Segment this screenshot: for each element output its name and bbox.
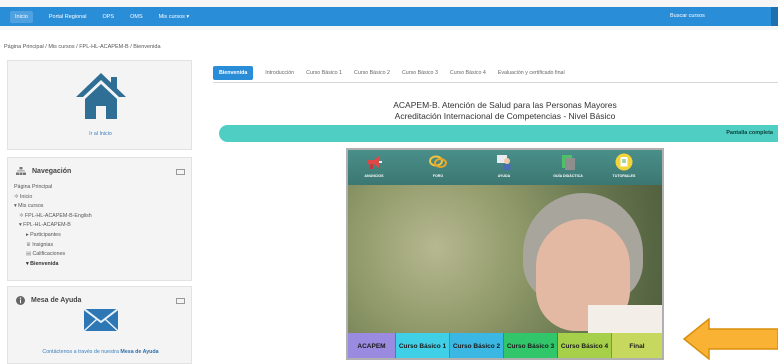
forum-button[interactable]: FORO — [418, 153, 458, 178]
block-dock-icon[interactable] — [176, 169, 185, 175]
tab-introduction[interactable]: Introducción — [265, 70, 294, 76]
guide-document-icon — [562, 155, 575, 170]
tab-basic-course-4[interactable]: Curso Básico 4 — [450, 70, 486, 76]
help-desk-link[interactable]: Mesa de Ayuda — [120, 349, 158, 355]
search-button[interactable] — [771, 7, 778, 26]
help-desk-block: Mesa de Ayuda Contáctenos a través de nu… — [7, 286, 192, 364]
nav-tree-item-welcome[interactable]: ▾ Bienvenida — [14, 260, 92, 270]
panel-icon-bar: ANUNCIOS FORO AYUDA GUÍA DIDÁCTICA TUTOR… — [348, 150, 662, 185]
tutorials-button[interactable]: TUTORIALES — [604, 153, 644, 178]
tab-divider — [213, 82, 778, 83]
home-block: Ir al Inicio — [7, 60, 192, 150]
nav-ops-link[interactable]: OPS — [102, 14, 114, 20]
nav-tree-item-course[interactable]: ▾ FPL-HL-ACAPEM-B — [14, 221, 92, 231]
nav-tree-item-main-page[interactable]: Página Principal — [14, 183, 92, 193]
tab-basic-course-1[interactable]: Curso Básico 1 — [306, 70, 342, 76]
navbar: Inicio Portal Regional OPS OMS Mis curso… — [0, 7, 778, 26]
nav-tree-item-course-english[interactable]: ✲ FPL-HL-ACAPEM-B-English — [14, 212, 92, 222]
tutorial-doc-icon — [615, 153, 633, 171]
help-block-title: Mesa de Ayuda — [31, 297, 82, 304]
breadcrumb[interactable]: Página Principal / Mis cursos / FPL-HL-A… — [4, 44, 161, 50]
help-desk-text: Contáctenos a través de nuestra Mesa de … — [42, 349, 159, 355]
navigation-block: Navegación Página Principal ✲ Inicio ▾ M… — [7, 157, 192, 281]
nav-oms-link[interactable]: OMS — [130, 14, 143, 20]
mail-icon[interactable] — [84, 309, 118, 331]
nav-my-courses-dropdown[interactable]: Mis cursos ▾ — [159, 14, 190, 20]
navigation-block-header: Navegación — [16, 167, 71, 175]
basic-course-2-button[interactable]: Curso Básico 2 — [450, 333, 504, 358]
top-navigation-area: Inicio Portal Regional OPS OMS Mis curso… — [0, 0, 778, 30]
final-button[interactable]: Final — [612, 333, 662, 358]
didactic-guide-button[interactable]: GUÍA DIDÁCTICA — [548, 153, 588, 178]
home-icon[interactable] — [74, 71, 128, 121]
course-tabs: Bienvenida Introducción Curso Básico 1 C… — [213, 65, 577, 81]
acapem-button[interactable]: ACAPEM — [348, 333, 396, 358]
course-title: ACAPEM-B. Atención de Salud para las Per… — [393, 100, 617, 110]
tab-final-evaluation[interactable]: Evaluación y certificado final — [498, 70, 565, 76]
block-dock-icon[interactable] — [176, 298, 185, 304]
info-icon — [16, 296, 25, 305]
search-courses-input[interactable]: Buscar cursos — [670, 13, 705, 19]
course-buttons-bar: ACAPEM Curso Básico 1 Curso Básico 2 Cur… — [348, 333, 662, 358]
fullscreen-bar[interactable]: Pantalla completa — [219, 125, 778, 142]
sitemap-icon — [16, 167, 26, 175]
nav-tree-item-badges[interactable]: ♛ Insignias — [14, 241, 92, 251]
nav-tree-item-home[interactable]: ✲ Inicio — [14, 193, 92, 203]
tab-basic-course-3[interactable]: Curso Básico 3 — [402, 70, 438, 76]
course-subtitle: Acreditación Internacional de Competenci… — [394, 111, 616, 121]
megaphone-icon — [368, 156, 382, 169]
fullscreen-label[interactable]: Pantalla completa — [726, 130, 773, 136]
help-block-header: Mesa de Ayuda — [16, 296, 81, 305]
nav-tree-item-my-courses[interactable]: ▾ Mis cursos — [14, 202, 92, 212]
help-button[interactable]: AYUDA — [484, 153, 524, 178]
nav-home-link[interactable]: Inicio — [10, 10, 33, 23]
chat-bubbles-icon — [429, 155, 447, 168]
nav-tree-item-participants[interactable]: ▸ Participantes — [14, 231, 92, 241]
nav-tree-item-grades[interactable]: ▤ Calificaciones — [14, 250, 92, 260]
announcements-button[interactable]: ANUNCIOS — [354, 153, 394, 178]
basic-course-4-button[interactable]: Curso Básico 4 — [558, 333, 612, 358]
course-welcome-panel: ANUNCIOS FORO AYUDA GUÍA DIDÁCTICA TUTOR… — [346, 148, 664, 360]
photo-clothing-shape — [588, 305, 662, 335]
left-arrow-icon — [683, 318, 778, 360]
basic-course-1-button[interactable]: Curso Básico 1 — [396, 333, 450, 358]
tab-welcome[interactable]: Bienvenida — [213, 66, 254, 80]
go-home-link[interactable]: Ir al Inicio — [8, 131, 193, 137]
navigation-block-title: Navegación — [32, 167, 72, 175]
elderly-woman-photo — [348, 185, 662, 335]
nav-regional-portal-link[interactable]: Portal Regional — [49, 14, 87, 20]
basic-course-3-button[interactable]: Curso Básico 3 — [504, 333, 558, 358]
tab-basic-course-2[interactable]: Curso Básico 2 — [354, 70, 390, 76]
navigation-tree: Página Principal ✲ Inicio ▾ Mis cursos ✲… — [14, 183, 92, 269]
help-person-icon — [497, 155, 511, 170]
